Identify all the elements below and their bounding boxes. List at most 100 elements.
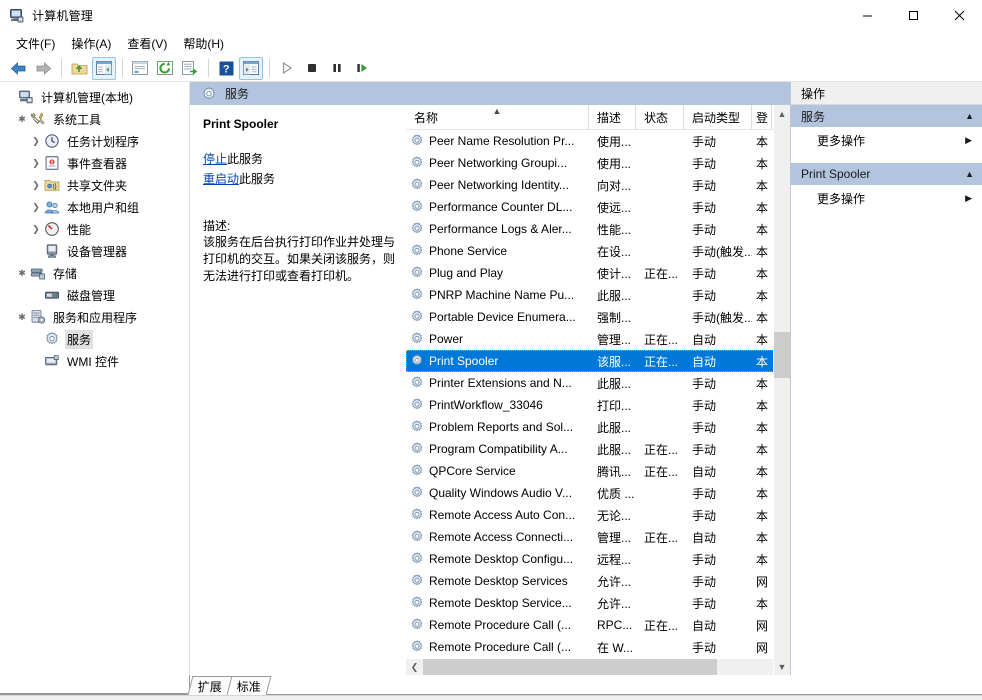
column-header-status[interactable]: 状态 [636,105,684,129]
list-header-row[interactable]: 名称 ▲ 描述 状态 启动类型 登 [406,105,790,130]
maximize-button[interactable] [890,0,936,31]
column-header-startup-type[interactable]: 启动类型 [684,105,752,129]
tree-node-services-and-applications[interactable]: ✱ 服务和应用程序 [0,306,189,328]
table-row[interactable]: Peer Networking Groupi... 使用... 手动 本 [406,152,790,174]
table-row[interactable]: Performance Counter DL... 使远... 手动 本 [406,196,790,218]
table-row[interactable]: Remote Access Auto Con... 无论... 手动 本 [406,504,790,526]
table-row[interactable]: Power 管理... 正在... 自动 本 [406,328,790,350]
stop-service-icon[interactable] [300,57,324,80]
show-action-pane-icon[interactable] [239,56,263,80]
tree-node-performance[interactable]: ❯ 性能 [0,218,189,240]
tree-node-shared-folders[interactable]: ❯ 共享文件夹 [0,174,189,196]
tree-node-device-manager[interactable]: 设备管理器 [0,240,189,262]
tree-node-computer-management[interactable]: 计算机管理(本地) [0,86,189,108]
restart-service-link-row[interactable]: 重启动此服务 [203,171,395,187]
export-list-icon[interactable] [178,57,202,80]
tree-twisty-expanded[interactable]: ✱ [14,108,30,130]
column-header-description[interactable]: 描述 [589,105,636,129]
list-horizontal-scrollbar[interactable]: ❮ ❯ [406,658,790,675]
close-button[interactable] [936,0,982,31]
back-icon[interactable] [6,57,30,80]
up-folder-icon[interactable] [67,57,91,80]
table-row[interactable]: Remote Procedure Call (... 在 W... 手动 网 [406,636,790,658]
scroll-down-icon[interactable]: ▼ [774,658,791,675]
more-actions-print-spooler[interactable]: 更多操作 ▶ [791,186,982,211]
horizontal-scrollbar-thumb[interactable] [423,658,717,675]
tree-twisty-expanded[interactable]: ✱ [14,306,30,328]
restart-service-link[interactable]: 重启动 [203,172,239,186]
column-header-name[interactable]: 名称 ▲ [406,105,589,129]
tree-node-task-scheduler[interactable]: ❯ 任务计划程序 [0,130,189,152]
minimize-button[interactable] [844,0,890,31]
chevron-up-icon[interactable]: ▲ [965,111,974,121]
tree-node-storage[interactable]: ✱ 存储 [0,262,189,284]
tree-node-local-users-groups[interactable]: ❯ 本地用户和组 [0,196,189,218]
table-row[interactable]: Performance Logs & Aler... 性能... 手动 本 [406,218,790,240]
scroll-left-icon[interactable]: ❮ [406,659,423,676]
event-viewer-icon [44,155,60,171]
stop-service-link[interactable]: 停止 [203,152,227,166]
tree-twisty-collapsed[interactable]: ❯ [28,174,44,196]
table-row[interactable]: Remote Desktop Configu... 远程... 手动 本 [406,548,790,570]
table-row[interactable]: Peer Networking Identity... 向对... 手动 本 [406,174,790,196]
table-row[interactable]: Program Compatibility A... 此服... 正在... 手动 本 [406,438,790,460]
tree-twisty-collapsed[interactable]: ❯ [28,196,44,218]
column-header-status-label: 状态 [644,110,669,125]
table-row[interactable]: Quality Windows Audio V... 优质 ... 手动 本 [406,482,790,504]
tree-node-system-tools[interactable]: ✱ 系统工具 [0,108,189,130]
service-gear-icon [409,639,425,655]
help-icon[interactable]: ? [214,57,238,80]
tree-twisty-collapsed[interactable]: ❯ [28,152,44,174]
table-row[interactable]: Problem Reports and Sol... 此服... 手动 本 [406,416,790,438]
table-row[interactable]: Peer Name Resolution Pr... 使用... 手动 本 [406,130,790,152]
tree-twisty-collapsed[interactable]: ❯ [28,130,44,152]
tree-twisty-collapsed[interactable]: ❯ [28,218,44,240]
menu-view[interactable]: 查看(V) [119,32,175,55]
table-row[interactable]: QPCore Service 腾讯... 正在... 自动 本 [406,460,790,482]
table-row[interactable]: Remote Desktop Service... 允许... 手动 本 [406,592,790,614]
table-row[interactable]: Printer Extensions and N... 此服... 手动 本 [406,372,790,394]
start-service-icon[interactable] [275,57,299,80]
refresh-icon[interactable] [153,57,177,80]
forward-icon[interactable] [31,57,55,80]
menu-help[interactable]: 帮助(H) [175,32,232,55]
tab-standard[interactable]: 标准 [226,676,272,695]
tree-node-event-viewer[interactable]: ❯ 事件查看器 [0,152,189,174]
table-row[interactable]: Remote Desktop Services 允许... 手动 网 [406,570,790,592]
table-row[interactable]: Phone Service 在设... 手动(触发... 本 [406,240,790,262]
scroll-up-icon[interactable]: ▲ [774,105,791,122]
pause-service-icon[interactable] [325,57,349,80]
tab-extended[interactable]: 扩展 [187,676,233,695]
actions-group-print-spooler-header[interactable]: Print Spooler ▲ [791,163,982,186]
vertical-scrollbar-thumb[interactable] [773,332,790,378]
menu-action[interactable]: 操作(A) [63,32,119,55]
service-name-cell: PrintWorkflow_33046 [406,397,589,413]
tree-twisty-expanded[interactable]: ✱ [14,262,30,284]
actions-group-services-header[interactable]: 服务 ▲ [791,105,982,128]
table-row[interactable]: Plug and Play 使计... 正在... 手动 本 [406,262,790,284]
menu-file[interactable]: 文件(F) [8,32,63,55]
list-rows[interactable]: Peer Name Resolution Pr... 使用... 手动本 Peer N… [406,130,790,658]
more-actions-services[interactable]: 更多操作 ▶ [791,128,982,153]
restart-service-icon[interactable] [350,57,374,80]
table-row[interactable]: PrintWorkflow_33046 打印... 手动 本 [406,394,790,416]
tree-node-wmi-control[interactable]: WMI 控件 [0,350,189,372]
list-vertical-scrollbar[interactable]: ▲ ▼ [773,105,790,675]
table-row[interactable]: PNRP Machine Name Pu... 此服... 手动 本 [406,284,790,306]
table-row[interactable]: Remote Access Connecti... 管理... 正在... 自动 本 [406,526,790,548]
properties-icon[interactable] [128,57,152,80]
horizontal-scrollbar-track[interactable] [423,658,773,675]
tree-node-services[interactable]: 服务 [0,328,189,350]
vertical-scrollbar-track[interactable] [773,122,790,658]
service-description-cell: 在设... [597,244,632,259]
show-hide-tree-icon[interactable] [92,56,116,80]
chevron-up-icon[interactable]: ▲ [965,169,974,179]
console-tree[interactable]: 计算机管理(本地) ✱ 系统工具 ❯ 任务计划程序 ❯ 事件查看器 ❯ 共享文件… [0,82,190,675]
tree-node-disk-management[interactable]: 磁盘管理 [0,284,189,306]
table-row[interactable]: Print Spooler 该服... 正在... 自动 本 [406,350,790,372]
table-row[interactable]: Remote Procedure Call (... RPC... 正在... 自动 网 [406,614,790,636]
services-list[interactable]: 名称 ▲ 描述 状态 启动类型 登 Peer Name Resolution P… [405,105,790,675]
column-header-log-on-as[interactable]: 登 [752,105,772,129]
stop-service-link-row[interactable]: 停止此服务 [203,151,395,167]
table-row[interactable]: Portable Device Enumera... 强制... 手动(触发... 本 [406,306,790,328]
